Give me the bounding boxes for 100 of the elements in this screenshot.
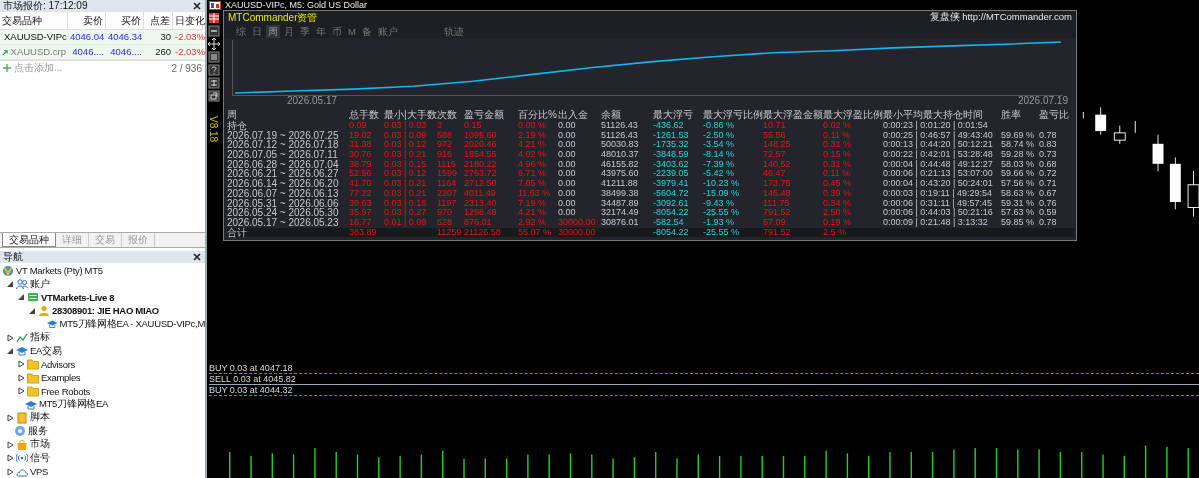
- close-icon[interactable]: [192, 252, 202, 262]
- table-cell-text: 1599: [437, 169, 459, 180]
- tab[interactable]: 账户: [375, 24, 400, 38]
- panel-title: 导航: [3, 251, 23, 263]
- table-cell-text: 1298.48: [464, 208, 498, 218]
- tab[interactable]: 备: [359, 24, 374, 38]
- table-cell-text: 0.09: [349, 121, 368, 131]
- expand-icon[interactable]: [6, 454, 14, 463]
- tab[interactable]: M: [346, 24, 358, 38]
- minus-icon[interactable]: [208, 25, 220, 37]
- table-icon[interactable]: [208, 51, 220, 63]
- axis-label: 2026.07.19: [1017, 96, 1068, 106]
- table-cell-text: 7.19 %: [518, 198, 548, 209]
- table-cell-text: 2.19 %: [518, 130, 548, 141]
- tree-item[interactable]: 脚本: [30, 411, 50, 425]
- table-cell-text: -3403.62: [653, 159, 690, 170]
- move-icon[interactable]: [208, 38, 220, 50]
- tree-item[interactable]: 账户: [30, 277, 50, 291]
- tree-item[interactable]: VTMarkets-Live 8: [41, 291, 115, 303]
- table-cell-text: -1.93 %: [703, 217, 736, 228]
- tree-item[interactable]: VPS: [30, 466, 49, 478]
- graduation-cap-icon: [16, 345, 28, 358]
- tab[interactable]: 币: [330, 24, 344, 38]
- folder-icon: [27, 358, 39, 371]
- windows-icon[interactable]: [208, 90, 220, 102]
- tab[interactable]: 季: [298, 24, 312, 38]
- table-cell-text: 59.66 %: [1001, 169, 1036, 180]
- table-cell-text: 588: [437, 130, 454, 141]
- tab[interactable]: 交易品种: [2, 233, 56, 247]
- table-cell-text: -2239.05: [653, 169, 690, 180]
- tree-item[interactable]: MT5刀锋网格EA - XAUUSD-VIPc,M: [59, 317, 205, 331]
- column-header: 最小平均最大持仓时间: [883, 109, 984, 121]
- table-cell-text: 1164: [437, 179, 458, 189]
- table-cell-text: 0.67: [1039, 188, 1058, 199]
- table-cell-text: 0.03 | 0.18: [384, 198, 428, 209]
- expand-icon[interactable]: [6, 467, 14, 476]
- table-cell-text: 0.03 | 0.27: [384, 208, 428, 218]
- tree-item[interactable]: 指标: [30, 331, 50, 345]
- table-cell-text: 6.71 %: [518, 169, 548, 180]
- column-header: 胜率: [1001, 109, 1022, 121]
- tree-item[interactable]: Free Robots: [41, 385, 90, 397]
- table-cell-text: 876.01: [464, 217, 493, 228]
- expand-icon[interactable]: [17, 360, 25, 369]
- order-line[interactable]: [209, 395, 1199, 396]
- table-cell-text: 55.56: [763, 130, 787, 141]
- table-cell-text: -3.54 %: [703, 140, 736, 151]
- table-cell-text: 111.75: [763, 198, 791, 209]
- expand-icon[interactable]: [17, 373, 25, 382]
- tree-item[interactable]: 信号: [30, 451, 50, 465]
- collapse-icon[interactable]: [28, 306, 36, 315]
- table-cell-text: 173.75: [763, 179, 792, 189]
- table-cell-text: 0.00: [558, 159, 577, 170]
- website-link[interactable]: 复盘侠 http://MTCommander.com: [929, 11, 1072, 24]
- layout-icon[interactable]: [208, 77, 220, 89]
- table-cell-text: 0.83: [1039, 140, 1058, 151]
- tab[interactable]: 轨迹: [441, 24, 466, 38]
- tree-item[interactable]: Advisors: [41, 358, 76, 370]
- order-line[interactable]: [209, 373, 1199, 374]
- close-icon[interactable]: [192, 1, 202, 11]
- chart-title: XAUUSD-VIPc, M5: Gold US Dollar: [225, 0, 368, 10]
- expand-icon[interactable]: [6, 440, 14, 449]
- table-cell-text: 2.5 %: [823, 227, 847, 238]
- table-cell-text: 4.96 %: [518, 159, 548, 170]
- tree-item[interactable]: 市场: [30, 438, 50, 452]
- chart-window-icon: [209, 1, 221, 10]
- tree-item[interactable]: MT5刀锋网格EA: [39, 398, 108, 412]
- table-cell-text: 合计: [227, 227, 248, 238]
- table-cell-text: 0:00:06 | 0:44:03 | 50:21:16: [883, 208, 994, 218]
- table-cell-text: -8.14 %: [703, 150, 736, 160]
- expand-icon[interactable]: [6, 414, 14, 422]
- tab[interactable]: 日: [250, 24, 264, 38]
- table-cell-text: 528: [437, 217, 454, 228]
- table-cell-text: 0.00: [558, 208, 577, 218]
- table-cell-text: 0.03 | 0.15: [384, 159, 428, 170]
- tree-item[interactable]: 服务: [28, 424, 48, 438]
- table-cell-text: 0:00:04 | 0:44:48 | 49:12:27: [883, 159, 994, 170]
- plus-icon[interactable]: [3, 63, 11, 72]
- table-cell-text: 31.38: [349, 140, 373, 151]
- collapse-icon[interactable]: [6, 347, 14, 356]
- tree-item[interactable]: 28308901: JIE HAO MIAO: [52, 305, 159, 317]
- expand-icon[interactable]: [17, 387, 25, 396]
- collapse-icon[interactable]: [17, 293, 25, 302]
- collapse-icon[interactable]: [6, 280, 14, 289]
- tree-item[interactable]: VT Markets (Pty) MT5: [16, 265, 103, 277]
- tab[interactable]: 年: [314, 24, 328, 38]
- table-cell-text: 0.11 %: [823, 130, 852, 141]
- table-cell-text: 0.72: [1039, 169, 1058, 180]
- tab[interactable]: 周: [266, 24, 280, 38]
- users-icon: [16, 278, 28, 291]
- tree-item[interactable]: EA交易: [30, 344, 62, 358]
- tab[interactable]: 月: [282, 24, 296, 38]
- table-cell-text: 0.03 | 0.12: [384, 169, 428, 180]
- order-label: BUY 0.03 at 4047.18: [209, 364, 293, 373]
- tab[interactable]: 综: [234, 24, 248, 38]
- help-icon[interactable]: [208, 64, 220, 76]
- expand-icon[interactable]: [6, 333, 14, 342]
- column-header: 最大浮亏: [653, 109, 694, 121]
- grid-icon[interactable]: [208, 12, 220, 24]
- tree-item[interactable]: Examples: [41, 372, 81, 384]
- table-cell-text: 35.97: [349, 208, 373, 218]
